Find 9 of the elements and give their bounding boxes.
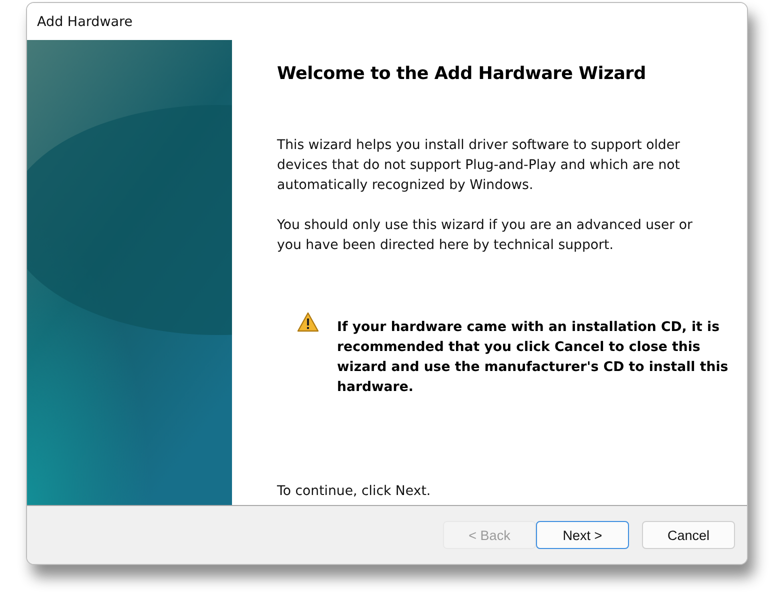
warning-icon (297, 312, 319, 332)
wizard-button[interactable]: Cancel (642, 521, 735, 549)
description-text: This wizard helps you install driver software to support older devices that do not support Plug-and-Play and which are not automatically recognized by Windows. (277, 137, 682, 195)
wizard-button[interactable]: Next > (536, 521, 629, 549)
warning-text: If your hardware came with an installation CD, it is recommended that you click Cancel to close this wizard and use the manufacturer's CD to install this hardware. (337, 319, 730, 397)
window-title: Add Hardware (37, 14, 133, 30)
wizard-heading: Welcome to the Add Hardware Wizard (277, 64, 647, 84)
description-text: You should only use this wizard if you are an advanced user or you have been directed here by technical support. (277, 217, 694, 255)
footer-text: To continue, click Next. (277, 484, 432, 499)
